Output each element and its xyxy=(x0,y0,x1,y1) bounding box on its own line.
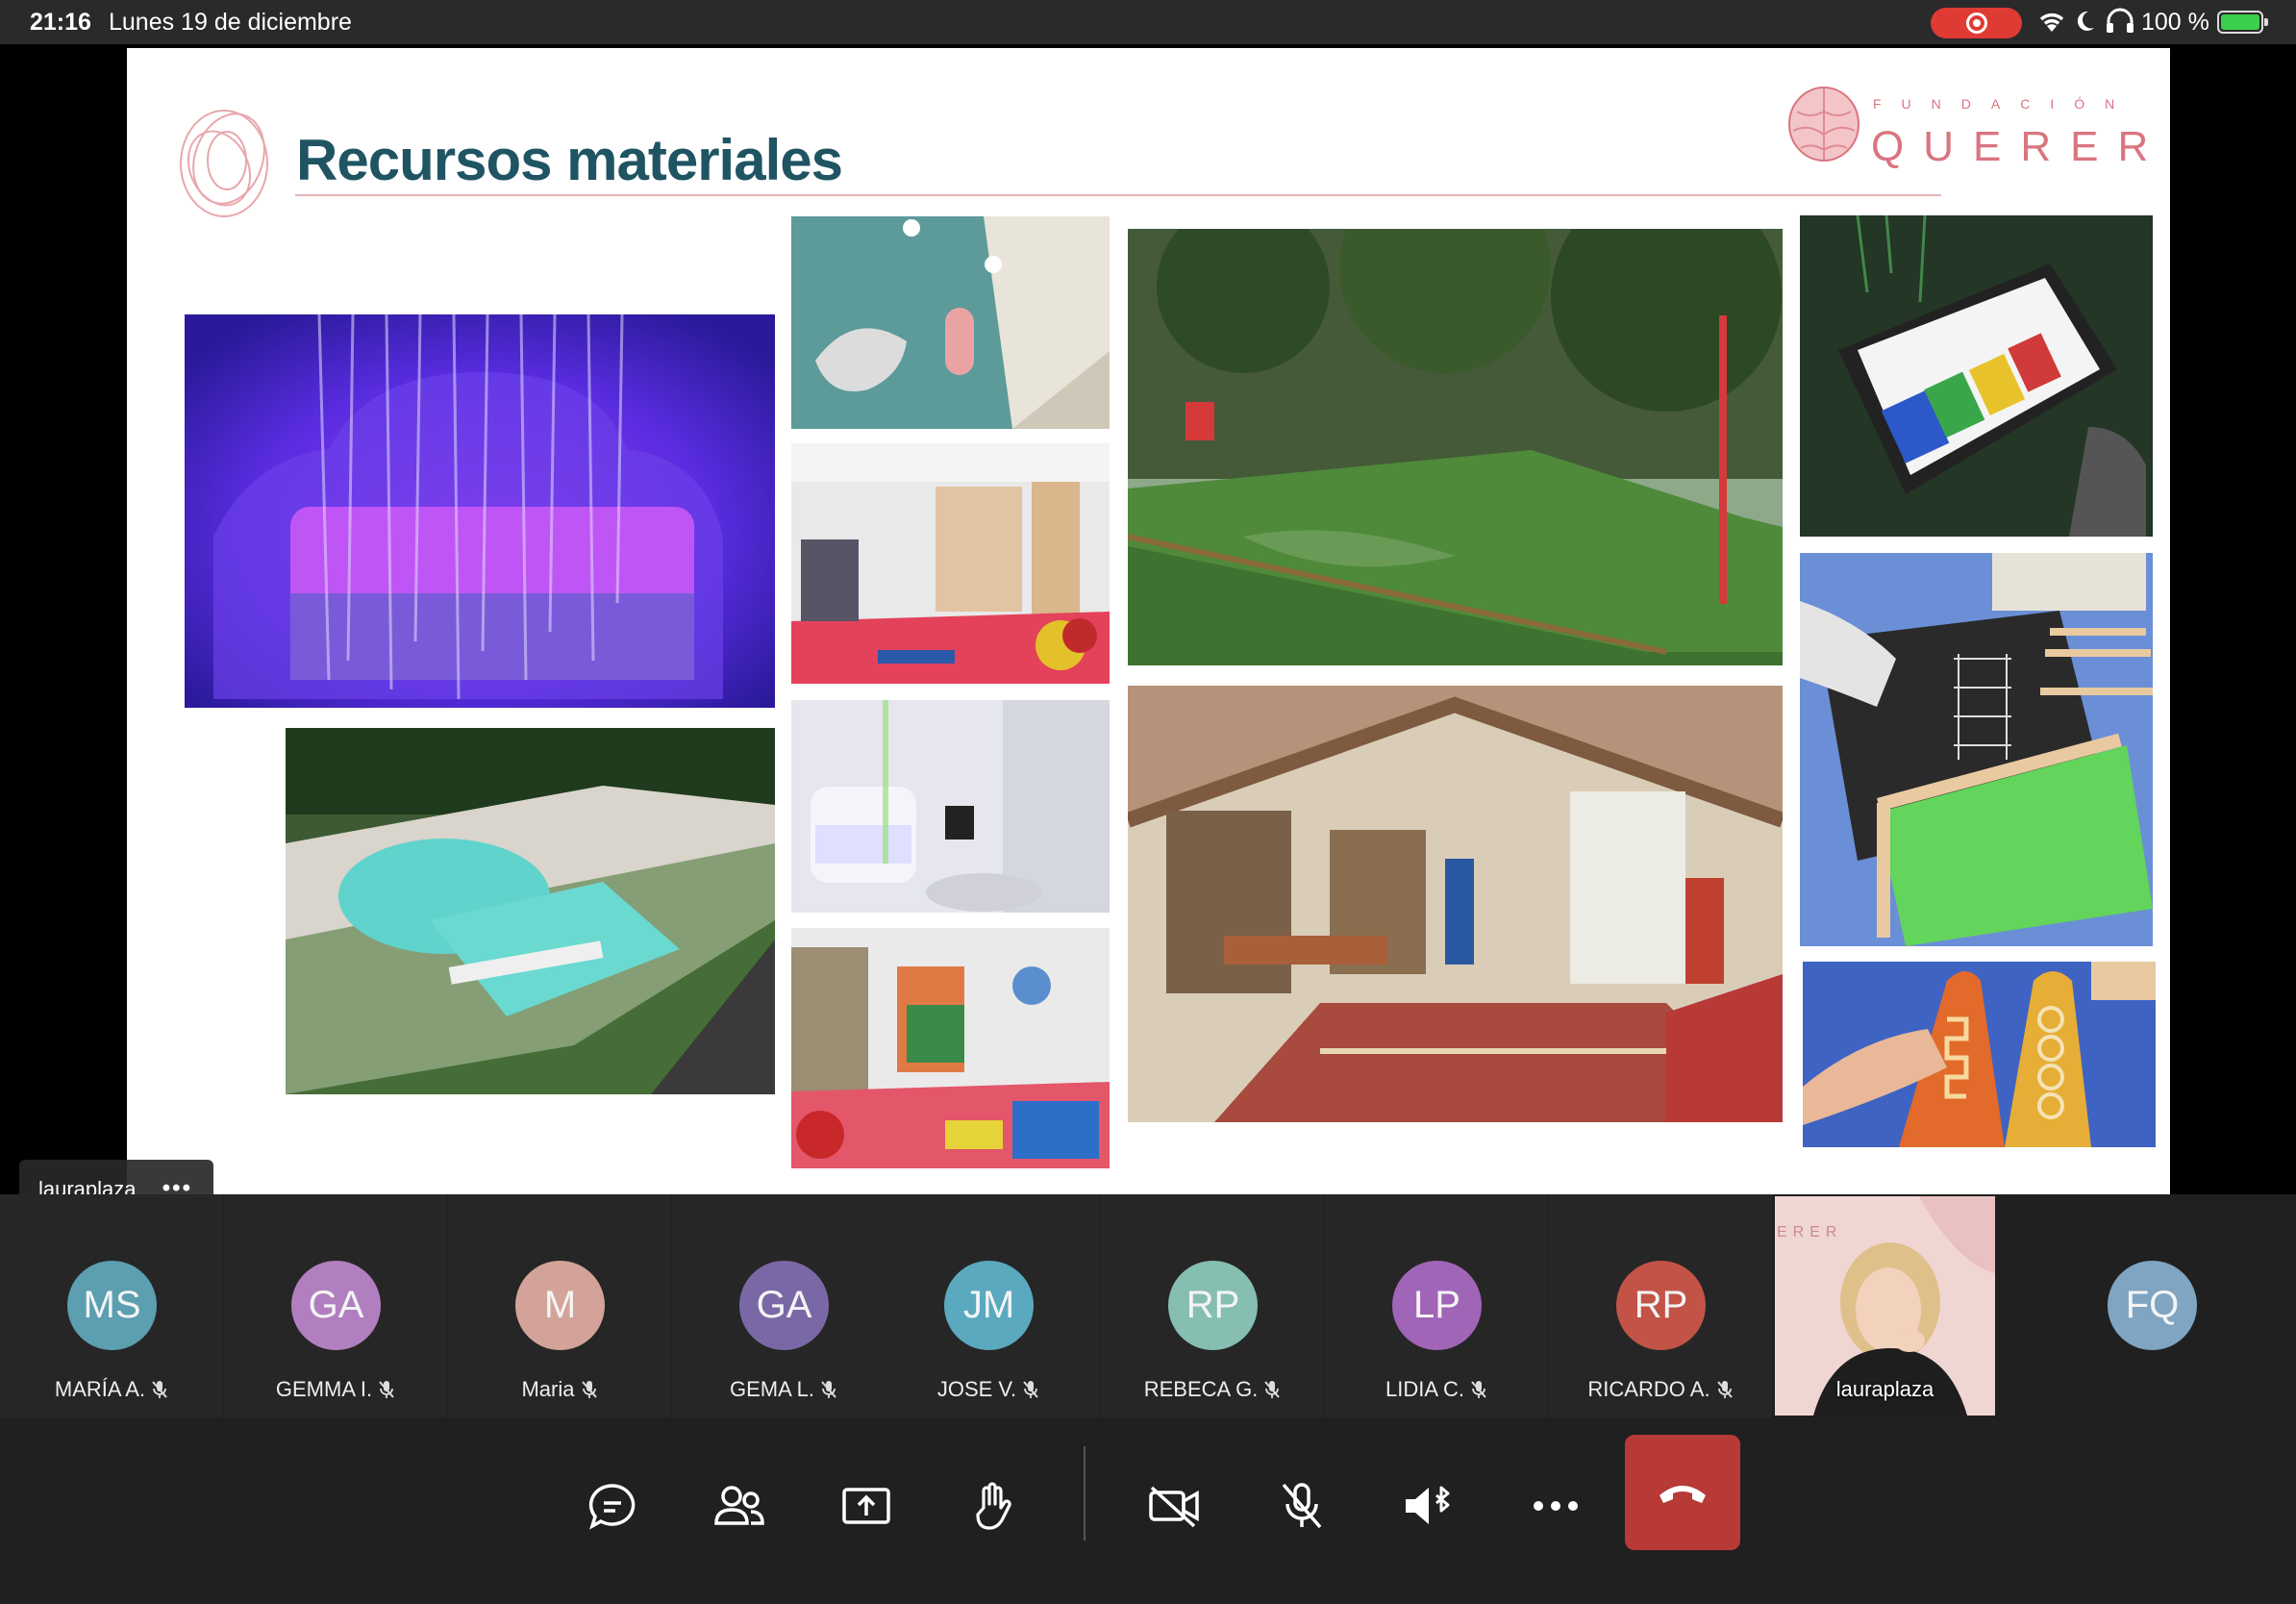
participant-tile[interactable]: RP RICARDO A. xyxy=(1549,1194,1772,1417)
more-dots-icon xyxy=(1534,1501,1578,1511)
presentation-slide: Recursos materiales FUNDACIÓN QUERER xyxy=(127,48,2170,1194)
controls-divider xyxy=(1084,1446,1086,1541)
photo-therapy-gym xyxy=(791,928,1110,1168)
wifi-icon xyxy=(2039,13,2064,32)
mute-button[interactable] xyxy=(1259,1467,1345,1544)
participant-name: MARÍA A. xyxy=(0,1377,223,1402)
photo-math-tablet xyxy=(1800,215,2153,537)
chat-icon xyxy=(588,1484,636,1530)
participant-name: GEMA L. xyxy=(672,1377,895,1402)
participant-tile[interactable]: FQ xyxy=(2040,1194,2263,1417)
leave-call-button[interactable] xyxy=(1625,1435,1740,1550)
participant-avatar: JM xyxy=(944,1261,1034,1350)
share-screen-icon xyxy=(842,1488,890,1524)
record-icon xyxy=(1965,13,1987,34)
photo-gym-climbing-wall xyxy=(791,443,1110,684)
scribble-decoration-icon xyxy=(180,110,268,217)
battery-icon xyxy=(2217,11,2268,34)
participant-name: LIDIA C. xyxy=(1325,1377,1548,1402)
status-bar: 21:16 Lunes 19 de diciembre 100 % xyxy=(0,0,2296,44)
participant-name: Maria xyxy=(448,1377,671,1402)
participant-tile[interactable]: JM JOSE V. xyxy=(877,1194,1100,1417)
photo-pool xyxy=(286,728,775,1094)
logo-querer-text: QUERER xyxy=(1871,123,2168,170)
mic-off-icon xyxy=(821,1381,836,1398)
hang-up-phone-icon xyxy=(1660,1486,1706,1503)
battery-percentage: 100 % xyxy=(2141,9,2209,36)
call-controls-bar xyxy=(0,1417,2296,1604)
title-underline xyxy=(295,194,1941,196)
logo-foundation-text: FUNDACIÓN xyxy=(1873,96,2135,112)
participant-tile[interactable]: MS MARÍA A. xyxy=(0,1194,223,1417)
participant-avatar: RP xyxy=(1168,1261,1258,1350)
mic-off-icon xyxy=(581,1381,597,1398)
participant-name: RICARDO A. xyxy=(1549,1377,1772,1402)
chat-button[interactable] xyxy=(569,1467,656,1544)
participant-avatar: FQ xyxy=(2108,1261,2197,1350)
participant-avatar: GA xyxy=(739,1261,829,1350)
raise-hand-button[interactable] xyxy=(950,1467,1036,1544)
photo-chalkboard-activity xyxy=(1800,553,2153,946)
mic-off-icon xyxy=(1471,1381,1486,1398)
mic-off-icon xyxy=(1023,1381,1038,1398)
participant-avatar: LP xyxy=(1392,1261,1482,1350)
people-icon xyxy=(714,1486,764,1525)
participant-tile[interactable]: LP LIDIA C. xyxy=(1325,1194,1548,1417)
backdrop-logo-text: ERER xyxy=(1777,1224,1842,1241)
photo-sensory-room xyxy=(185,314,775,708)
self-name: lauraplaza xyxy=(1835,1377,1934,1401)
photo-tracing-boards xyxy=(1803,962,2156,1147)
status-date: Lunes 19 de diciembre xyxy=(109,9,352,36)
participant-tile[interactable]: M Maria xyxy=(448,1194,671,1417)
participant-tile[interactable]: GA GEMMA I. xyxy=(224,1194,447,1417)
camera-off-button[interactable] xyxy=(1132,1467,1218,1544)
share-screen-button[interactable] xyxy=(823,1467,910,1544)
mic-off-icon xyxy=(152,1381,167,1398)
mic-off-icon xyxy=(379,1381,394,1398)
status-time: 21:16 xyxy=(30,9,91,36)
participant-name: JOSE V. xyxy=(877,1377,1100,1402)
photo-white-sensory-room xyxy=(791,700,1110,913)
participants-strip: MS MARÍA A. GA GEMMA I. M Maria GA GEMA … xyxy=(0,1194,2296,1417)
mic-off-icon xyxy=(1282,1483,1322,1529)
slide-title: Recursos materiales xyxy=(296,128,843,192)
photo-wooden-playroom xyxy=(1128,686,1783,1122)
participant-avatar: M xyxy=(515,1261,605,1350)
audio-output-button[interactable] xyxy=(1385,1467,1472,1544)
participant-name: GEMMA I. xyxy=(224,1377,447,1402)
speaker-bluetooth-icon xyxy=(1406,1486,1450,1524)
more-actions-button[interactable] xyxy=(1512,1467,1599,1544)
self-video-tile[interactable]: ERER lauraplaza xyxy=(1775,1196,1995,1416)
photo-sports-field xyxy=(1128,229,1783,665)
shared-screen-stage: Recursos materiales FUNDACIÓN QUERER lau… xyxy=(0,44,2296,1219)
participant-tile[interactable]: GA GEMA L. xyxy=(672,1194,895,1417)
photo-dolphin-hallway xyxy=(791,216,1110,429)
screen-recording-indicator[interactable] xyxy=(1931,8,2022,38)
headphones-icon xyxy=(2107,8,2134,33)
participant-tile[interactable]: RP REBECA G. xyxy=(1101,1194,1324,1417)
raise-hand-icon xyxy=(976,1482,1011,1530)
do-not-disturb-moon-icon xyxy=(2077,11,2094,31)
participant-avatar: GA xyxy=(291,1261,381,1350)
participants-button[interactable] xyxy=(696,1467,783,1544)
participant-avatar: RP xyxy=(1616,1261,1706,1350)
participant-avatar: MS xyxy=(67,1261,157,1350)
mic-off-icon xyxy=(1264,1381,1281,1398)
brain-logo-icon xyxy=(1788,87,1859,162)
mic-off-icon xyxy=(1716,1381,1733,1398)
camera-off-icon xyxy=(1149,1486,1199,1528)
participant-name: REBECA G. xyxy=(1101,1377,1324,1402)
